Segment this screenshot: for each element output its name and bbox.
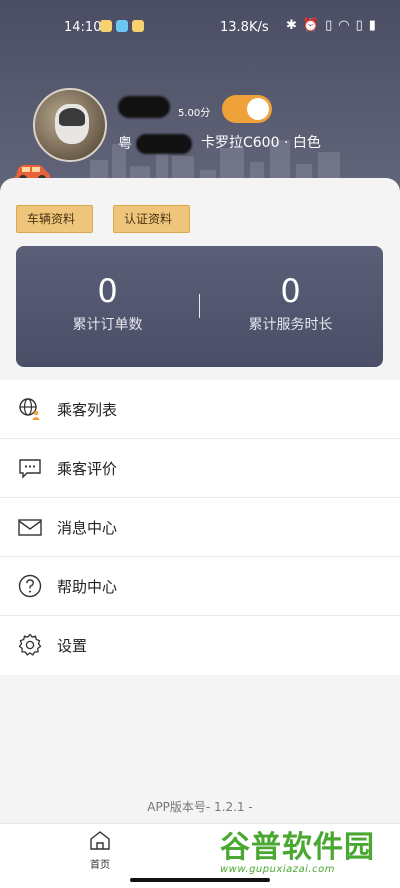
vibrate-icon: ▯: [355, 18, 363, 33]
tab-home-label: 首页: [90, 860, 110, 871]
question-circle-icon: [18, 574, 42, 598]
gear-icon: [18, 633, 42, 656]
avatar[interactable]: [33, 88, 107, 162]
tab-home[interactable]: 首页: [80, 830, 120, 871]
menu-label: 乘客评价: [57, 459, 118, 478]
notification-app-icon: [116, 20, 128, 32]
alarm-icon: ⏰: [302, 18, 320, 33]
bluetooth-icon: ✱: [286, 18, 297, 33]
menu-label: 乘客列表: [57, 400, 118, 419]
stat-total-orders: 0 累计订单数: [16, 272, 199, 334]
avatar-cat-photo: [55, 104, 89, 144]
plate-number-redacted: [136, 134, 192, 154]
globe-person-icon: [19, 398, 40, 420]
stat-value: 0: [97, 272, 118, 310]
status-time: 14:10: [64, 20, 102, 35]
watermark: 谷普软件园 www.gupuxiazai.com: [220, 832, 398, 882]
menu-item-passenger-list[interactable]: 乘客列表: [0, 380, 400, 439]
status-system-icons: ✱ ⏰ ▯ ◠ ▯ ▮: [286, 18, 376, 33]
menu-list: 乘客列表 乘客评价 消息中心 帮助中心 设置: [0, 380, 400, 675]
notification-app-icon: [132, 20, 144, 32]
vehicle-info-button[interactable]: 车辆资料: [16, 205, 93, 233]
toggle-knob: [247, 98, 269, 120]
wifi-icon: ◠: [338, 18, 350, 33]
chat-bubble-icon: [19, 459, 41, 479]
nfc-icon: ▯: [325, 18, 333, 33]
cert-info-button[interactable]: 认证资料: [113, 205, 190, 233]
watermark-logo: 谷普软件园: [220, 830, 375, 865]
watermark-url: www.gupuxiazai.com: [220, 864, 335, 875]
plate-prefix: 粤: [118, 136, 132, 152]
stats-card: 0 累计订单数 0 累计服务时长: [16, 246, 383, 367]
network-speed: 13.8K/s: [220, 20, 269, 35]
driver-rating: 5.00分: [178, 108, 211, 119]
menu-label: 消息中心: [57, 518, 118, 537]
menu-item-settings[interactable]: 设置: [0, 616, 400, 675]
notification-app-icon: [100, 20, 112, 32]
menu-label: 帮助中心: [57, 577, 118, 596]
menu-item-passenger-reviews[interactable]: 乘客评价: [0, 439, 400, 498]
menu-item-help-center[interactable]: 帮助中心: [0, 557, 400, 616]
stat-total-service-time: 0 累计服务时长: [199, 272, 382, 334]
stat-value: 0: [280, 272, 301, 310]
app-version: APP版本号- 1.2.1 -: [147, 800, 253, 814]
car-model: 卡罗拉C600 · 白色: [201, 135, 321, 151]
stat-label: 累计订单数: [72, 317, 143, 333]
battery-icon: ▮: [368, 18, 376, 33]
menu-item-message-center[interactable]: 消息中心: [0, 498, 400, 557]
home-icon: [90, 831, 110, 850]
online-toggle[interactable]: [222, 95, 272, 123]
driver-name-redacted: [118, 96, 170, 118]
envelope-icon: [18, 519, 42, 536]
status-bar: 14:10 13.8K/s ✱ ⏰ ▯ ◠ ▯ ▮: [0, 12, 400, 44]
status-notification-icons: [100, 20, 144, 32]
menu-label: 设置: [57, 637, 88, 655]
gesture-nav-handle[interactable]: [130, 878, 270, 882]
stat-label: 累计服务时长: [248, 317, 333, 333]
